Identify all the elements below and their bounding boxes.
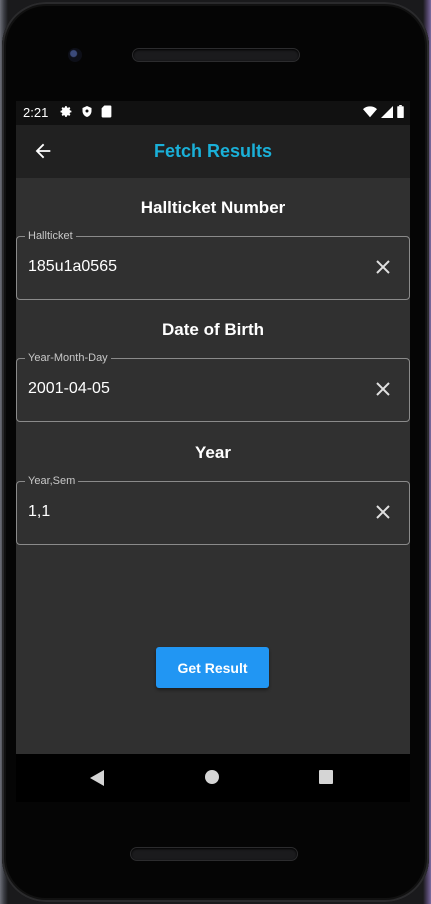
year-field[interactable]: Year,Sem 1,1 xyxy=(16,475,410,545)
shield-icon xyxy=(82,106,92,117)
get-result-button[interactable]: Get Result xyxy=(156,647,269,688)
app-bar: Fetch Results xyxy=(16,125,410,178)
hallticket-section-label: Hallticket Number xyxy=(140,198,286,217)
battery-icon xyxy=(397,105,404,118)
clear-icon[interactable] xyxy=(375,504,391,520)
status-bar: 2:21 xyxy=(16,101,410,125)
status-time: 2:21 xyxy=(23,105,49,120)
dob-input[interactable]: 2001-04-05 xyxy=(28,380,110,398)
status-icons-left xyxy=(60,105,112,118)
signal-icon xyxy=(381,105,393,118)
app-screen: 2:21 Fetch Results Hallticket Number Hal… xyxy=(16,101,410,754)
nav-recents-icon[interactable] xyxy=(319,770,333,784)
settings-icon xyxy=(60,106,72,117)
hallticket-input[interactable]: 185u1a0565 xyxy=(28,258,117,276)
bottom-speaker xyxy=(131,848,297,860)
hallticket-field-label: Hallticket xyxy=(25,230,76,242)
front-camera xyxy=(68,48,82,62)
nav-back-icon[interactable] xyxy=(90,770,104,786)
sd-card-icon xyxy=(101,105,112,118)
page-title: Fetch Results xyxy=(153,141,273,161)
year-field-label: Year,Sem xyxy=(25,475,79,487)
year-section-label: Year xyxy=(195,443,231,462)
dob-field-label: Year-Month-Day xyxy=(25,352,111,364)
clear-icon[interactable] xyxy=(375,381,391,397)
nav-home-icon[interactable] xyxy=(205,770,219,784)
top-speaker xyxy=(133,49,299,61)
dob-field[interactable]: Year-Month-Day 2001-04-05 xyxy=(16,352,410,422)
clear-icon[interactable] xyxy=(375,259,391,275)
system-nav-bar xyxy=(16,754,410,802)
wifi-icon xyxy=(363,105,377,117)
year-input[interactable]: 1,1 xyxy=(28,503,50,521)
dob-section-label: Date of Birth xyxy=(162,320,264,339)
hallticket-field[interactable]: Hallticket 185u1a0565 xyxy=(16,230,410,300)
status-icons-right xyxy=(363,105,404,118)
